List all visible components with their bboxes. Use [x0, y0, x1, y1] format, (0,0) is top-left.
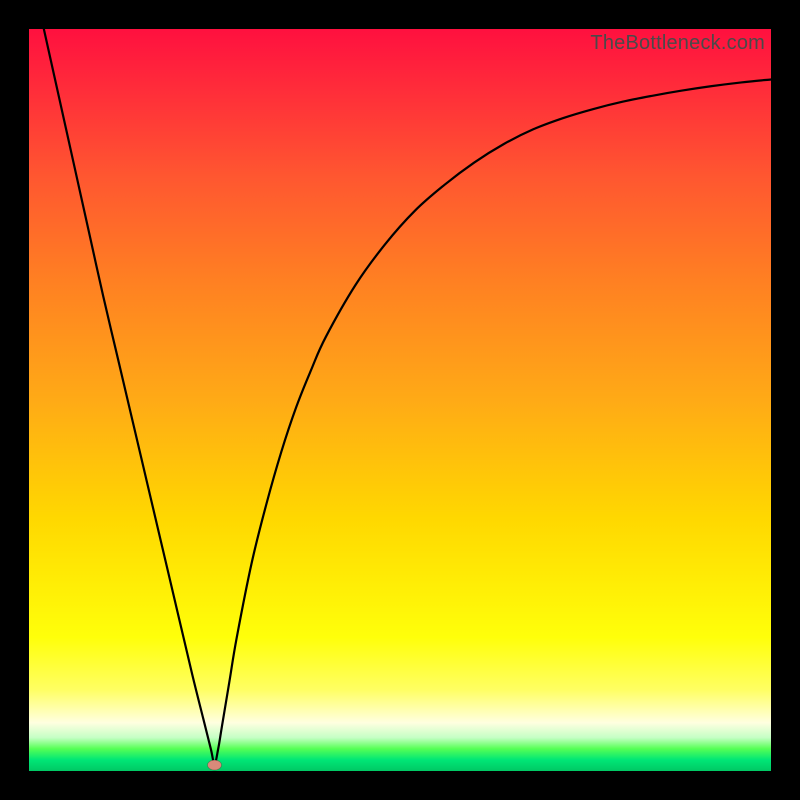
bottleneck-curve: [44, 29, 771, 764]
plot-area: TheBottleneck.com: [29, 29, 771, 771]
curve-layer: [29, 29, 771, 771]
chart-stage: TheBottleneck.com: [0, 0, 800, 800]
minimum-marker: [208, 760, 222, 770]
